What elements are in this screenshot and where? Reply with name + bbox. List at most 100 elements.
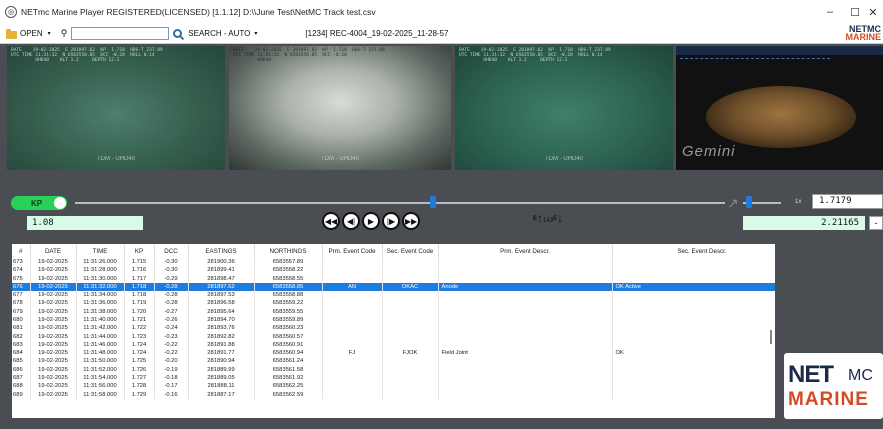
event-table[interactable]: # DATE TIME KP DCC EASTINGS NORTHINGS Prm. Even…	[12, 244, 775, 418]
table-cell	[438, 340, 613, 350]
camera-3-view[interactable]: DATE 19-02-2025 E 281897.62 KP 1.718 HDG…	[455, 46, 673, 170]
table-cell: -0.28	[154, 282, 189, 292]
kp-slider-track[interactable]	[75, 202, 725, 204]
table-cell: 11:31:36.000	[76, 299, 125, 308]
table-row[interactable]: 687 19-02-2025 11:31:54.000 1.727 -0.18 28188…	[12, 373, 775, 383]
find-icon[interactable]: ⚲	[61, 28, 68, 39]
column-header[interactable]: NORTHINGS	[254, 244, 323, 258]
sonar-range-scale	[680, 58, 830, 60]
title-bar: ◎ NETmc Marine Player REGISTERED(LICENSE…	[0, 0, 883, 24]
sonar-view[interactable]: Gemini	[676, 46, 883, 170]
table-cell: 687	[12, 373, 31, 383]
table-row[interactable]: 676 19-02-2025 11:31:32.000 1.718 -0.28 28189…	[12, 282, 775, 292]
speed-unit-label: 1x	[795, 199, 802, 205]
kp-toggle-label: KP	[31, 198, 43, 208]
table-row[interactable]: 688 19-02-2025 11:31:56.000 1.728 -0.17 28188…	[12, 382, 775, 391]
table-cell	[322, 340, 383, 350]
kp-slider-thumb[interactable]	[429, 196, 436, 208]
close-button[interactable]: ✕	[863, 0, 883, 24]
table-cell: 6583558.22	[254, 266, 323, 275]
table-row[interactable]: 674 19-02-2025 11:31:28.000 1.716 -0.30 28189…	[12, 266, 775, 275]
column-header[interactable]: #	[12, 244, 31, 258]
search-icon[interactable]	[173, 29, 183, 38]
kp-toggle[interactable]: KP	[11, 196, 67, 210]
table-row[interactable]: 684 19-02-2025 11:31:48.000 1.724 -0.22 28189…	[12, 349, 775, 358]
column-header[interactable]: Sec. Event Descr.	[612, 244, 775, 258]
search-mode-dropdown[interactable]: SEARCH - AUTO	[188, 29, 250, 38]
table-cell: 675	[12, 274, 31, 283]
toggle-knob	[54, 197, 66, 209]
table-cell: 683	[12, 340, 31, 350]
column-header[interactable]: DATE	[30, 244, 77, 258]
table-cell: 685	[12, 357, 31, 366]
table-row[interactable]: 686 19-02-2025 11:31:52.000 1.726 -0.19 28188…	[12, 365, 775, 374]
column-header[interactable]: Prm. Event Code	[322, 244, 383, 258]
table-cell: 6583561.58	[254, 365, 323, 374]
step-back-button[interactable]: ◀|	[342, 212, 360, 230]
column-header[interactable]: Prm. Event Descr.	[438, 244, 613, 258]
table-cell	[438, 365, 613, 374]
table-cell	[438, 307, 613, 316]
table-cell	[322, 365, 383, 374]
table-cell	[612, 299, 775, 308]
table-cell: 281891.77	[188, 349, 255, 358]
table-cell: 678	[12, 299, 31, 308]
fast-forward-button[interactable]: ▶▶	[402, 212, 420, 230]
step-forward-button[interactable]: |▶	[382, 212, 400, 230]
speed-hare-icon: ↗	[727, 195, 739, 211]
speed-value-field[interactable]: 1.7179	[812, 194, 883, 209]
logo-marine-text: MARINE	[788, 389, 869, 410]
table-cell: 6583558.85	[254, 282, 323, 292]
table-cell: Field Joint	[438, 349, 613, 358]
column-header[interactable]: TIME	[76, 244, 125, 258]
camera-1-overlay: DATE 19-02-2025 E 281897.62 KP 1.718 HDG…	[11, 48, 163, 63]
table-cell	[438, 382, 613, 391]
step-back-icon: ◀|	[346, 216, 356, 226]
table-cell	[438, 390, 613, 399]
column-header[interactable]: Sec. Event Code	[382, 244, 439, 258]
camera-1-view[interactable]: DATE 19-02-2025 E 281897.62 KP 1.718 HDG…	[7, 46, 225, 170]
table-cell	[382, 258, 439, 267]
table-cell: 676	[12, 282, 31, 292]
minimize-button[interactable]: –	[816, 0, 844, 24]
table-row[interactable]: 685 19-02-2025 11:31:50.000 1.725 -0.20 28189…	[12, 357, 775, 366]
table-row[interactable]: 681 19-02-2025 11:31:42.000 1.722 -0.24 28189…	[12, 324, 775, 333]
speed-slider-thumb[interactable]	[746, 196, 752, 208]
table-cell: 684	[12, 349, 31, 358]
table-cell	[612, 382, 775, 391]
minus-button[interactable]: -	[869, 216, 883, 230]
table-row[interactable]: 677 19-02-2025 11:31:34.000 1.718 -0.28 28189…	[12, 291, 775, 300]
column-header[interactable]: EASTINGS	[188, 244, 255, 258]
table-cell: -0.30	[154, 266, 189, 275]
column-header[interactable]: DCC	[154, 244, 189, 258]
column-header[interactable]: KP	[124, 244, 155, 258]
table-cell: 674	[12, 266, 31, 275]
table-cell: -0.23	[154, 332, 189, 341]
sonar-header	[676, 46, 883, 55]
table-cell	[612, 373, 775, 383]
table-cell: 1.718	[124, 291, 155, 300]
play-button[interactable]: ▶	[362, 212, 380, 230]
table-cell: 1.720	[124, 307, 155, 316]
table-cell	[438, 274, 613, 283]
table-cell: 19-02-2025	[30, 266, 77, 275]
table-row[interactable]: 682 19-02-2025 11:31:44.000 1.723 -0.23 28189…	[12, 332, 775, 341]
open-button[interactable]: OPEN ▾	[6, 28, 51, 39]
table-row[interactable]: 675 19-02-2025 11:31:30.000 1.717 -0.29 28189…	[12, 274, 775, 283]
rewind-fast-button[interactable]: ◀◀	[322, 212, 340, 230]
table-row[interactable]: 679 19-02-2025 11:31:38.000 1.720 -0.27 28189…	[12, 307, 775, 316]
table-cell: 11:31:40.000	[76, 315, 125, 325]
table-row[interactable]: 678 19-02-2025 11:31:36.000 1.719 -0.28 28189…	[12, 299, 775, 308]
table-row[interactable]: 680 19-02-2025 11:31:40.000 1.721 -0.26 28189…	[12, 315, 775, 325]
camera-2-view[interactable]: DATE 19-02-2025 E 281897.62 KP 1.718 HDG…	[229, 46, 451, 170]
table-cell: -0.19	[154, 365, 189, 374]
table-cell: 6583560.94	[254, 349, 323, 358]
table-cell: 1.729	[124, 390, 155, 399]
search-input[interactable]	[71, 27, 170, 40]
table-row[interactable]: 689 19-02-2025 11:31:58.000 1.729 -0.16 28188…	[12, 390, 775, 399]
table-scrollbar[interactable]	[770, 330, 772, 344]
chevron-down-icon[interactable]: ▾	[254, 30, 257, 37]
table-row[interactable]: 673 19-02-2025 11:31:26.000 1.715 -0.30 28190…	[12, 258, 775, 267]
table-cell: 6583562.59	[254, 390, 323, 399]
table-row[interactable]: 683 19-02-2025 11:31:46.000 1.724 -0.22 28189…	[12, 340, 775, 350]
